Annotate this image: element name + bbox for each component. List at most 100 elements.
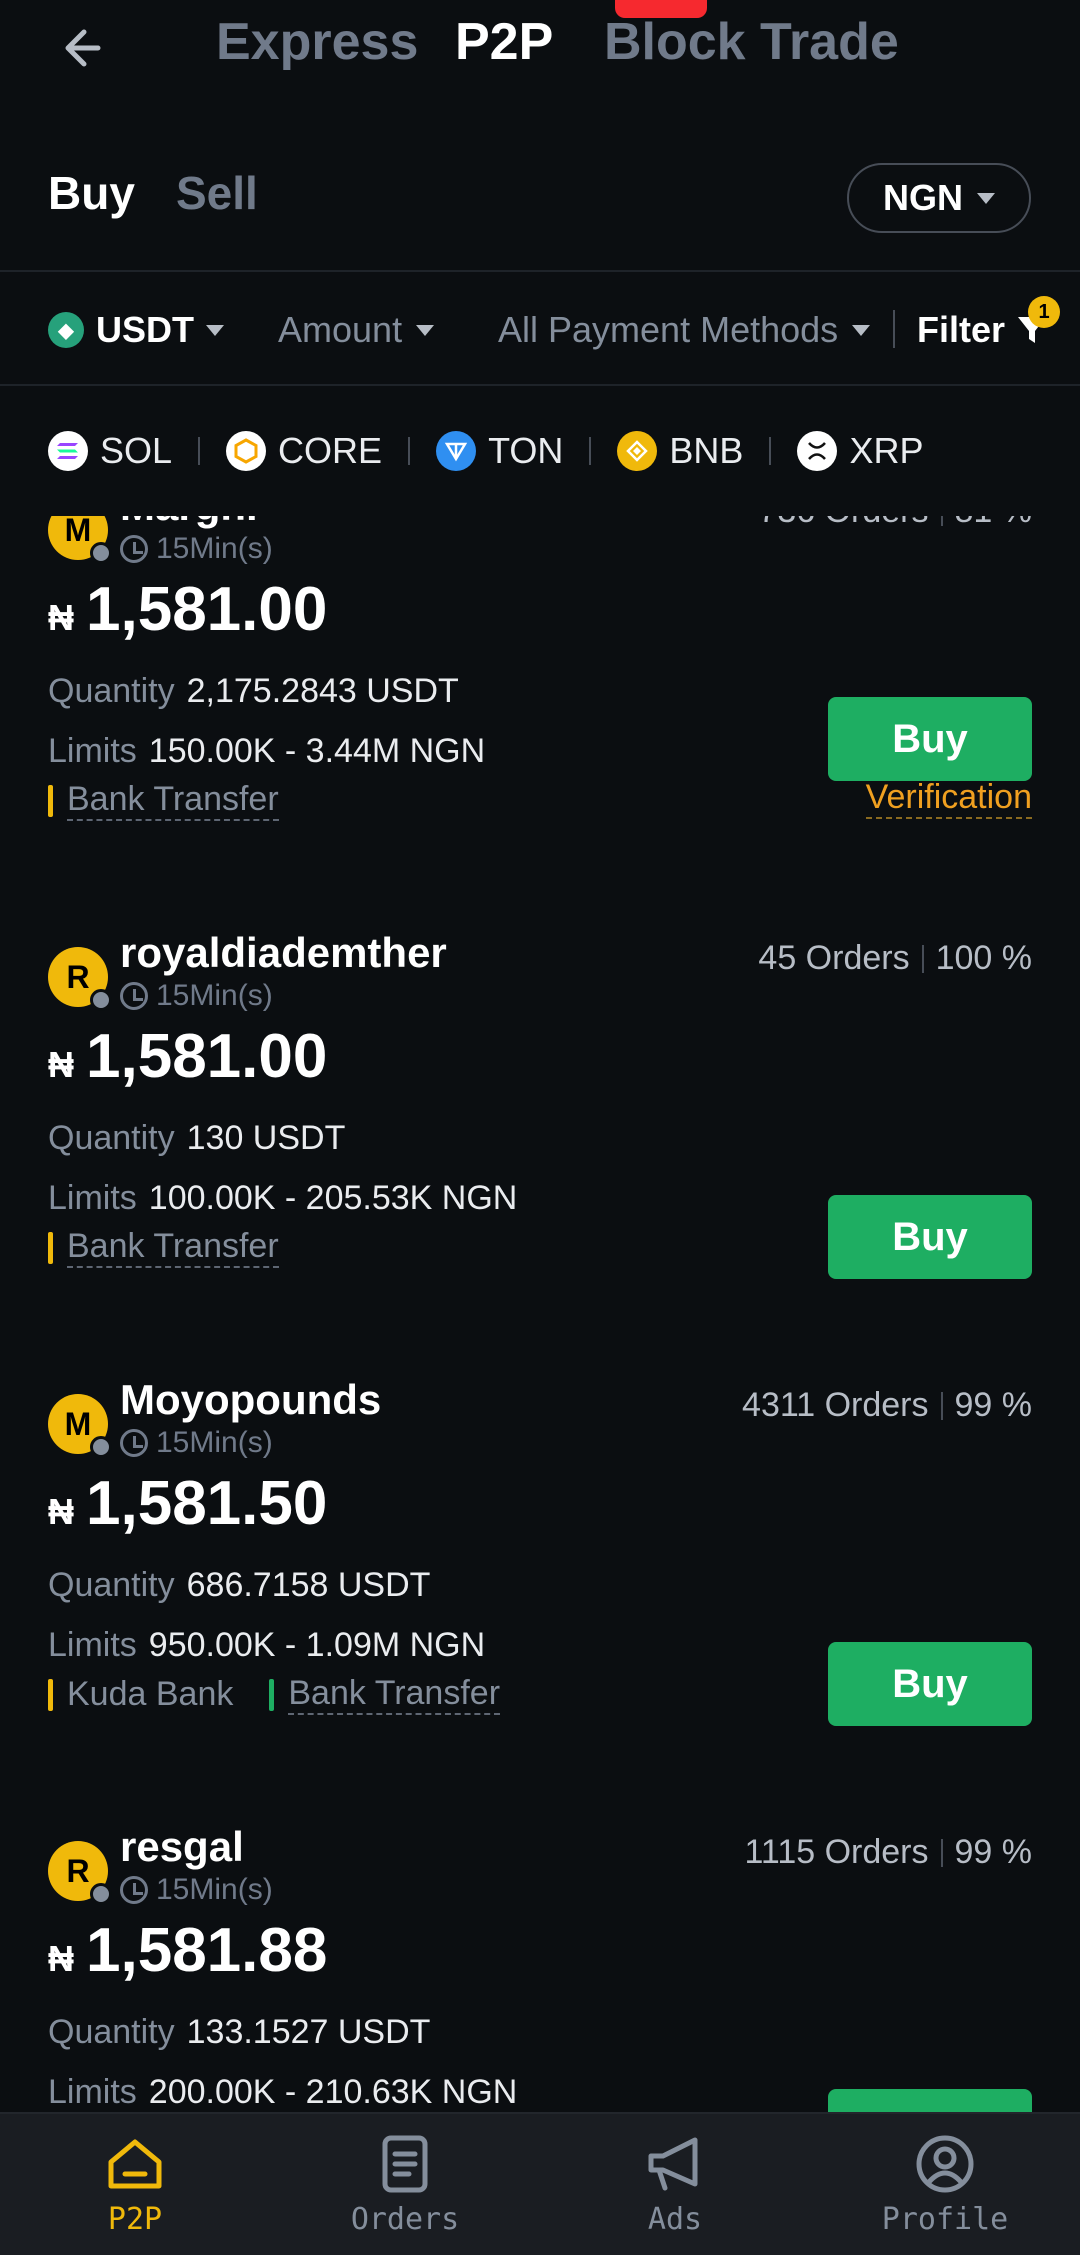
merchant-name[interactable]: Moyopounds	[120, 1376, 381, 1424]
nav-orders[interactable]: Orders	[270, 2114, 540, 2255]
sol-icon	[48, 431, 88, 471]
currency-symbol: ₦	[48, 1938, 74, 1979]
fiat-currency-selector[interactable]: NGN	[847, 163, 1031, 233]
currency-symbol: ₦	[48, 1044, 74, 1085]
nav-profile[interactable]: Profile	[810, 2114, 1080, 2255]
ton-icon	[436, 431, 477, 471]
buy-button[interactable]: Buy	[828, 2089, 1032, 2112]
quantity-value: 2,175.2843 USDT	[186, 672, 459, 710]
core-icon	[226, 431, 267, 471]
merchant-stats: 736 Orders 81 %	[758, 516, 1032, 531]
merchant-stats: 4311 Orders 99 %	[742, 1386, 1032, 1425]
divider	[408, 437, 411, 465]
buy-button[interactable]: Buy	[828, 697, 1032, 781]
payment-time: 15Min(s)	[120, 979, 273, 1013]
time-label: 15Min(s)	[156, 1426, 273, 1459]
payment-methods: Kuda Bank Bank Transfer	[48, 1674, 536, 1715]
ad-card: R resgal 15Min(s) 1115 Orders 99 % ₦ 1,5…	[0, 1823, 1080, 2112]
quantity-label: Quantity	[48, 672, 175, 710]
nav-label: Ads	[647, 2202, 703, 2237]
crypto-selector[interactable]: ◆ USDT	[48, 300, 224, 360]
nav-p2p[interactable]: P2P	[0, 2114, 270, 2255]
payment-method-label: Bank Transfer	[67, 1227, 279, 1268]
completion-rate: 81 %	[955, 516, 1033, 531]
clock-icon	[120, 1429, 148, 1457]
merchant-stats: 1115 Orders 99 %	[745, 1833, 1032, 1872]
nav-label: P2P	[107, 2202, 163, 2237]
divider	[769, 437, 772, 465]
chip-label: SOL	[100, 430, 173, 471]
chip-sol[interactable]: SOL	[48, 430, 172, 472]
top-nav: Express P2P Block Trade	[0, 0, 1080, 120]
quantity-label: Quantity	[48, 1566, 175, 1604]
limits-label: Limits	[48, 1179, 137, 1217]
payment-color-bar	[48, 1678, 53, 1711]
limits-value: 950.00K - 1.09M NGN	[148, 1626, 486, 1664]
amount-label: Amount	[278, 309, 403, 350]
currency-symbol: ₦	[48, 1491, 74, 1532]
limits-row: Limits 100.00K - 205.53K NGN	[48, 1179, 517, 1218]
chip-bnb[interactable]: BNB	[617, 430, 743, 472]
ad-card: M Marghi 15Min(s) 736 Orders 81 % ₦ 1,58…	[0, 516, 1080, 941]
buy-button[interactable]: Buy	[828, 1642, 1032, 1726]
merchant-name[interactable]: royaldiademther	[120, 929, 447, 977]
usdt-icon: ◆	[48, 312, 84, 348]
verification-link[interactable]: Verification	[865, 778, 1032, 819]
sell-toggle[interactable]: Sell	[176, 166, 258, 220]
divider	[0, 270, 1080, 272]
price: ₦ 1,581.00	[48, 574, 327, 645]
bottom-nav: P2P Orders Ads Profile	[0, 2112, 1080, 2255]
payment-methods: Bank Transfer	[48, 780, 315, 821]
nav-ads[interactable]: Ads	[540, 2114, 810, 2255]
back-arrow-icon[interactable]	[56, 18, 116, 78]
limits-label: Limits	[48, 732, 137, 770]
payment-method-filter[interactable]: All Payment Methods	[498, 300, 871, 360]
chip-ton[interactable]: TON	[436, 430, 563, 472]
time-label: 15Min(s)	[156, 532, 273, 565]
ad-card: R royaldiademther 15Min(s) 45 Orders 100…	[0, 929, 1080, 1388]
quantity-row: Quantity 686.7158 USDT	[48, 1566, 430, 1605]
payment-time: 15Min(s)	[120, 1426, 273, 1460]
coin-chips: SOL CORE TON BNB XRP	[48, 430, 923, 472]
payment-method: Bank Transfer	[48, 1227, 279, 1268]
chevron-down-icon	[977, 192, 995, 204]
merchant-name[interactable]: Marghi	[120, 516, 258, 530]
completion-rate: 99 %	[954, 1833, 1033, 1871]
time-label: 15Min(s)	[156, 1873, 273, 1906]
online-status-dot	[90, 1883, 112, 1905]
tab-express[interactable]: Express	[216, 12, 418, 72]
limits-row: Limits 950.00K - 1.09M NGN	[48, 1626, 485, 1665]
price-value: 1,581.00	[86, 575, 328, 644]
limits-value: 100.00K - 205.53K NGN	[148, 1179, 518, 1217]
payment-method: Bank Transfer	[269, 1674, 501, 1715]
clock-icon	[120, 982, 148, 1010]
tab-p2p[interactable]: P2P	[455, 12, 553, 72]
buy-button[interactable]: Buy	[828, 1195, 1032, 1279]
chip-core[interactable]: CORE	[226, 430, 382, 472]
quantity-row: Quantity 133.1527 USDT	[48, 2013, 430, 2052]
tab-block-trade[interactable]: Block Trade	[604, 12, 899, 72]
limits-value: 150.00K - 3.44M NGN	[148, 732, 486, 770]
order-count: 45 Orders	[758, 939, 910, 977]
chip-xrp[interactable]: XRP	[797, 430, 923, 472]
chip-label: BNB	[669, 430, 744, 471]
nav-label: Orders	[350, 2202, 460, 2237]
buy-toggle[interactable]: Buy	[48, 166, 135, 220]
merchant-name[interactable]: resgal	[120, 1823, 244, 1871]
quantity-value: 130 USDT	[186, 1119, 346, 1157]
quantity-label: Quantity	[48, 1119, 175, 1157]
chevron-down-icon	[206, 324, 224, 336]
bnb-icon	[617, 431, 658, 471]
completion-rate: 99 %	[954, 1386, 1033, 1424]
limits-label: Limits	[48, 1626, 137, 1664]
currency-symbol: ₦	[48, 597, 74, 638]
payment-time: 15Min(s)	[120, 1873, 273, 1907]
chip-label: CORE	[278, 430, 383, 471]
chevron-down-icon	[852, 324, 871, 336]
payment-methods: Bank Transfer	[48, 1227, 315, 1268]
payment-method-label: All Payment Methods	[498, 309, 839, 350]
amount-filter[interactable]: Amount	[278, 300, 435, 360]
online-status-dot	[90, 1436, 112, 1458]
price-value: 1,581.00	[86, 1022, 328, 1091]
payment-method-label: Bank Transfer	[288, 1674, 501, 1715]
